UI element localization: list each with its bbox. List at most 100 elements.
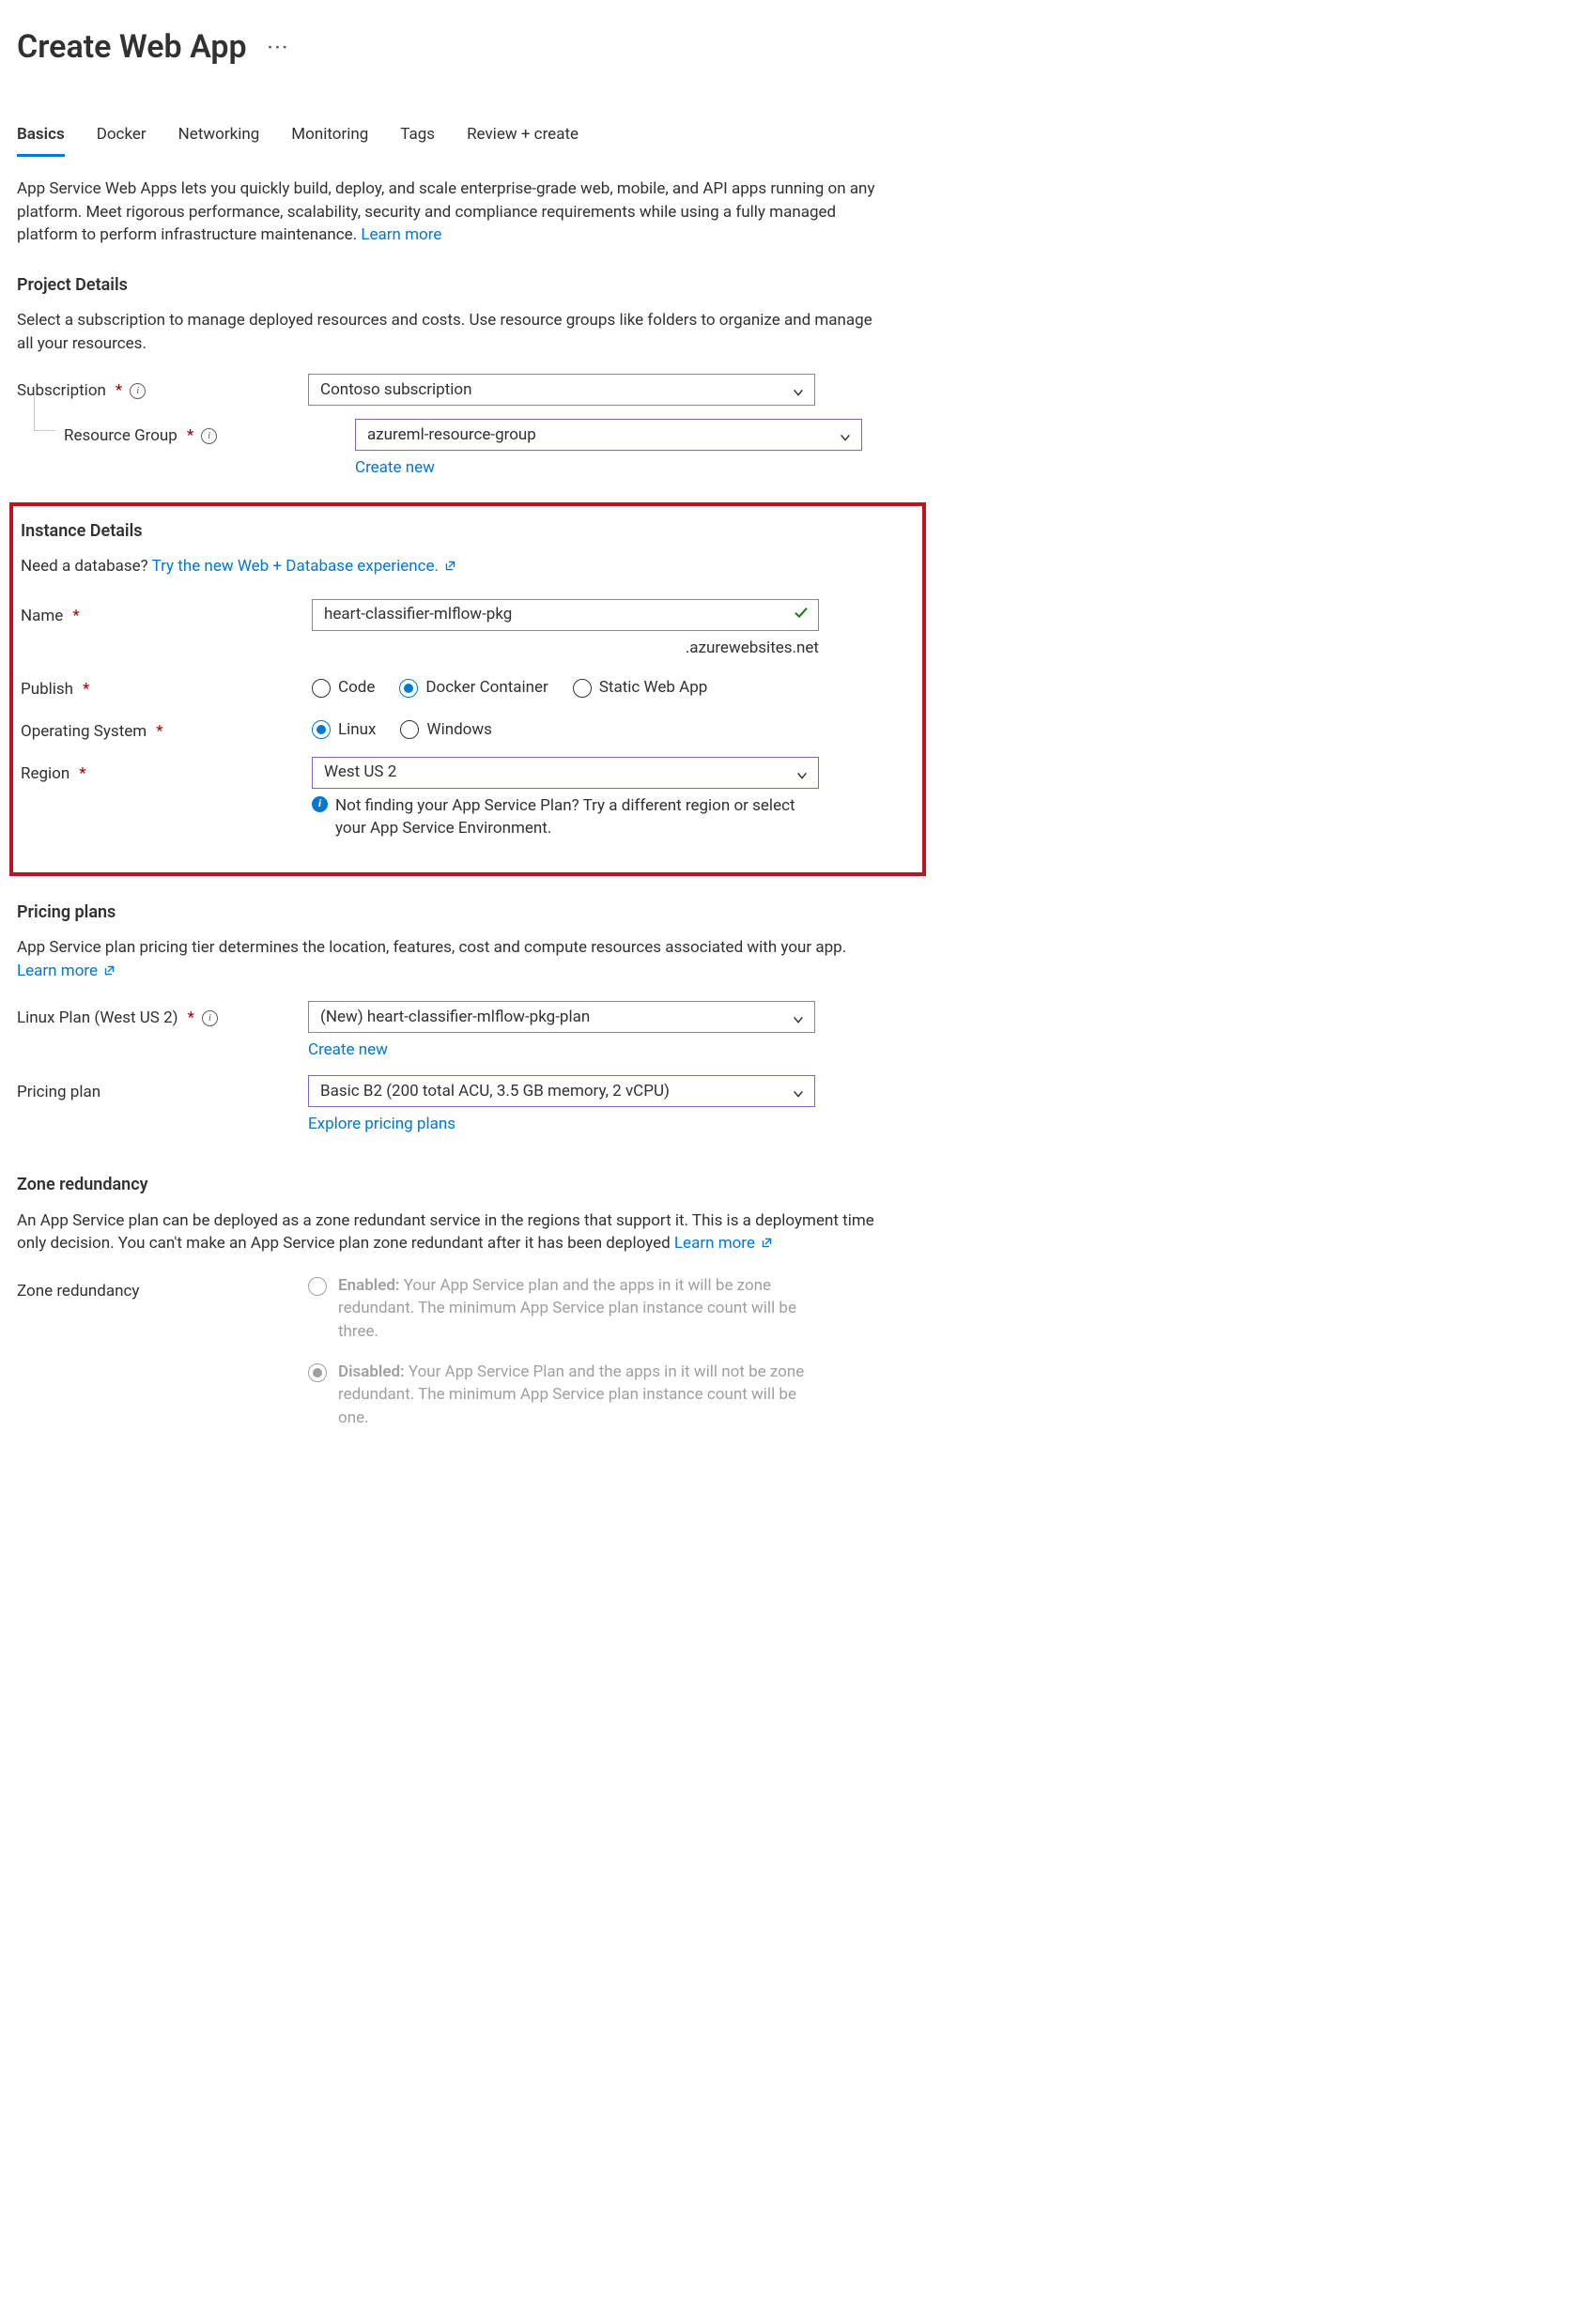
publish-label-text: Publish xyxy=(21,678,73,701)
pricing-desc: App Service plan pricing tier determines… xyxy=(17,936,881,982)
required-asterisk: * xyxy=(83,678,89,701)
os-label-text: Operating System xyxy=(21,720,147,744)
chevron-down-icon xyxy=(792,383,805,396)
intro-body: App Service Web Apps lets you quickly bu… xyxy=(17,179,875,244)
region-label-text: Region xyxy=(21,762,69,786)
chevron-down-icon xyxy=(792,1085,805,1098)
os-windows-label: Windows xyxy=(426,718,491,742)
publish-static-radio[interactable]: Static Web App xyxy=(573,676,708,700)
os-windows-radio[interactable]: Windows xyxy=(400,718,491,742)
publish-label: Publish * xyxy=(21,672,312,701)
resource-group-label: Resource Group * i xyxy=(17,419,355,448)
zone-disabled-desc: Disabled: Your App Service Plan and the … xyxy=(338,1361,815,1430)
required-asterisk: * xyxy=(156,720,162,744)
name-value: heart-classifier-mlflow-pkg xyxy=(324,603,512,626)
required-asterisk: * xyxy=(187,424,193,448)
region-select[interactable]: West US 2 xyxy=(312,757,819,789)
tab-basics[interactable]: Basics xyxy=(17,119,65,156)
name-input[interactable]: heart-classifier-mlflow-pkg xyxy=(312,599,819,631)
radio-icon xyxy=(312,720,331,739)
zone-enabled-radio xyxy=(308,1274,327,1296)
pricing-plan-value: Basic B2 (200 total ACU, 3.5 GB memory, … xyxy=(320,1080,670,1103)
create-new-plan-link[interactable]: Create new xyxy=(308,1040,388,1059)
domain-suffix: .azurewebsites.net xyxy=(312,637,819,660)
os-label: Operating System * xyxy=(21,715,312,744)
linux-plan-select[interactable]: (New) heart-classifier-mlflow-pkg-plan xyxy=(308,1001,815,1033)
zone-heading: Zone redundancy xyxy=(17,1173,918,1197)
zone-disabled-radio xyxy=(308,1361,327,1382)
project-details-heading: Project Details xyxy=(17,273,918,298)
zone-enabled-text: Your App Service plan and the apps in it… xyxy=(338,1276,796,1341)
required-asterisk: * xyxy=(79,762,85,786)
zone-desc: An App Service plan can be deployed as a… xyxy=(17,1209,881,1255)
publish-code-label: Code xyxy=(338,676,375,700)
chevron-down-icon xyxy=(792,1010,805,1023)
zone-disabled-text: Your App Service Plan and the apps in it… xyxy=(338,1362,804,1427)
pricing-plan-label: Pricing plan xyxy=(17,1075,308,1104)
external-link-icon xyxy=(101,962,116,980)
tab-bar: Basics Docker Networking Monitoring Tags… xyxy=(17,119,918,157)
explore-pricing-link[interactable]: Explore pricing plans xyxy=(308,1115,455,1133)
tab-review-create[interactable]: Review + create xyxy=(467,119,579,156)
info-icon[interactable]: i xyxy=(202,1010,218,1026)
web-database-link-text: Try the new Web + Database experience. xyxy=(152,557,439,576)
resource-group-label-text: Resource Group xyxy=(64,424,177,448)
zone-learn-more-text: Learn more xyxy=(674,1234,755,1253)
region-hint: i Not finding your App Service Plan? Try… xyxy=(312,794,819,840)
radio-icon xyxy=(308,1363,327,1382)
tab-tags[interactable]: Tags xyxy=(400,119,435,156)
instance-details-heading: Instance Details xyxy=(21,519,915,544)
pricing-plan-label-text: Pricing plan xyxy=(17,1081,100,1104)
publish-docker-radio[interactable]: Docker Container xyxy=(399,676,548,700)
publish-docker-label: Docker Container xyxy=(425,676,548,700)
linux-plan-label: Linux Plan (West US 2) * i xyxy=(17,1001,308,1030)
pricing-learn-more-link[interactable]: Learn more xyxy=(17,962,116,980)
web-database-link[interactable]: Try the new Web + Database experience. xyxy=(152,557,457,576)
zone-enabled-title: Enabled: xyxy=(338,1276,400,1295)
subscription-label-text: Subscription xyxy=(17,379,106,403)
subscription-select[interactable]: Contoso subscription xyxy=(308,374,815,406)
zone-enabled-desc: Enabled: Your App Service plan and the a… xyxy=(338,1274,815,1344)
required-asterisk: * xyxy=(188,1007,194,1030)
page-title: Create Web App ··· xyxy=(17,24,918,70)
zone-disabled-title: Disabled: xyxy=(338,1362,405,1381)
subscription-label: Subscription * i xyxy=(17,374,308,403)
pricing-heading: Pricing plans xyxy=(17,900,918,925)
pricing-learn-more-text: Learn more xyxy=(17,962,98,980)
zone-learn-more-link[interactable]: Learn more xyxy=(674,1234,773,1253)
check-icon xyxy=(794,603,809,626)
info-icon[interactable]: i xyxy=(201,428,217,444)
database-prompt-text: Need a database? xyxy=(21,557,152,576)
subscription-value: Contoso subscription xyxy=(320,378,472,402)
pricing-plan-select[interactable]: Basic B2 (200 total ACU, 3.5 GB memory, … xyxy=(308,1075,815,1107)
os-linux-label: Linux xyxy=(338,718,376,742)
instance-details-highlight: Instance Details Need a database? Try th… xyxy=(9,502,926,876)
region-value: West US 2 xyxy=(324,761,396,784)
required-asterisk: * xyxy=(116,379,122,403)
os-linux-radio[interactable]: Linux xyxy=(312,718,376,742)
tab-monitoring[interactable]: Monitoring xyxy=(291,119,368,156)
radio-icon xyxy=(399,679,418,698)
info-icon: i xyxy=(312,796,328,812)
database-prompt: Need a database? Try the new Web + Datab… xyxy=(21,555,915,578)
linux-plan-value: (New) heart-classifier-mlflow-pkg-plan xyxy=(320,1006,590,1029)
create-new-rg-link[interactable]: Create new xyxy=(355,458,435,477)
external-link-icon xyxy=(442,557,456,576)
zone-redundancy-label-text: Zone redundancy xyxy=(17,1280,139,1303)
page-title-text: Create Web App xyxy=(17,24,247,70)
info-icon[interactable]: i xyxy=(130,383,146,399)
external-link-icon xyxy=(759,1234,773,1253)
tab-docker[interactable]: Docker xyxy=(97,119,147,156)
more-icon[interactable]: ··· xyxy=(268,34,290,61)
zone-redundancy-label: Zone redundancy xyxy=(17,1274,308,1303)
linux-plan-label-text: Linux Plan (West US 2) xyxy=(17,1007,178,1030)
required-asterisk: * xyxy=(72,605,79,628)
publish-code-radio[interactable]: Code xyxy=(312,676,375,700)
resource-group-select[interactable]: azureml-resource-group xyxy=(355,419,862,451)
name-label: Name * xyxy=(21,599,312,628)
radio-icon xyxy=(312,679,331,698)
tab-networking[interactable]: Networking xyxy=(178,119,260,156)
chevron-down-icon xyxy=(795,766,809,779)
publish-static-label: Static Web App xyxy=(599,676,708,700)
intro-learn-more-link[interactable]: Learn more xyxy=(361,225,441,244)
